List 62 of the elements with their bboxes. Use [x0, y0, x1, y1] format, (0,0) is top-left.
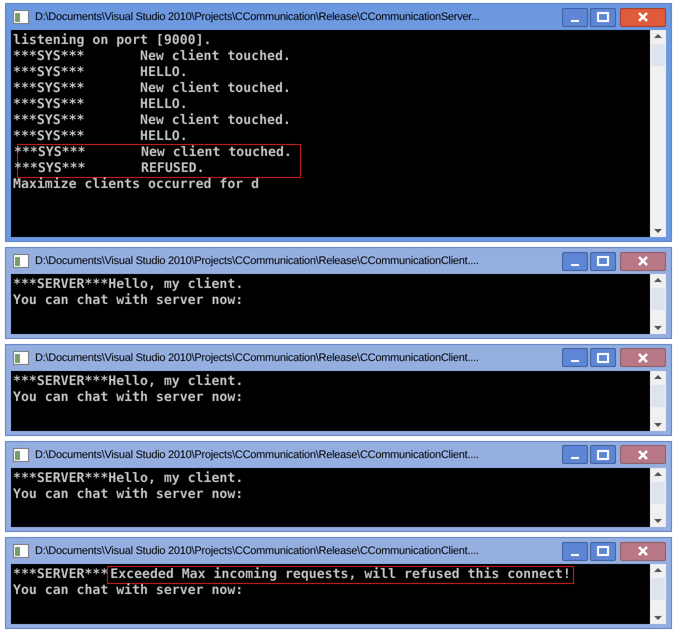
console-text: New client touched.	[140, 49, 291, 65]
maximize-button[interactable]	[590, 8, 616, 26]
maximize-icon	[597, 12, 609, 22]
console-text: REFUSED.	[141, 161, 205, 177]
scrollbar-thumb[interactable]	[651, 482, 665, 504]
console-text: Hello, my client.	[108, 374, 244, 390]
console-text: New client touched.	[140, 81, 291, 97]
close-icon	[637, 255, 649, 268]
console-text: HELLO.	[140, 97, 188, 113]
minimize-icon	[571, 20, 579, 22]
console-text: listening on port [9000].	[13, 33, 212, 49]
console-app-icon	[13, 10, 29, 24]
console-text: Hello, my client.	[108, 277, 244, 293]
close-button[interactable]	[620, 8, 666, 26]
scrollbar-thumb[interactable]	[651, 288, 665, 310]
console-text: New client touched.	[141, 145, 292, 161]
console-text: Hello, my client.	[108, 470, 244, 487]
console-app-icon	[13, 350, 29, 365]
window-title: D:\Documents\Visual Studio 2010\Projects\CCommunication\Release\CCommunicationServer...	[35, 11, 481, 23]
close-icon	[637, 352, 649, 364]
console-app-icon	[13, 448, 29, 462]
minimize-icon	[571, 554, 579, 556]
console-text: You can chat with server now:	[13, 390, 244, 406]
console-tag: ***SYS***	[13, 49, 98, 65]
console-text: HELLO.	[140, 129, 188, 145]
maximize-icon	[597, 546, 609, 556]
close-icon	[637, 545, 649, 558]
console-text: Exceeded Max incoming requests, will refused this connect!	[108, 567, 573, 584]
console-tag: ***SYS***	[13, 81, 98, 97]
close-icon	[637, 11, 649, 23]
console-tag: ***SERVER***	[13, 277, 108, 294]
window-title: D:\Documents\Visual Studio 2010\Projects\CCommunication\Release\CCommunicationClient....	[35, 448, 480, 461]
console-tag: ***SYS***	[13, 129, 98, 145]
console-text: HELLO.	[140, 65, 188, 81]
console-app-icon	[13, 544, 29, 558]
scrollbar-thumb[interactable]	[651, 384, 665, 407]
console-tag: ***SERVER***	[13, 374, 108, 390]
minimize-icon	[571, 457, 579, 460]
console-text: Maximize clients occurred for d	[13, 177, 260, 193]
scrollbar[interactable]	[650, 30, 666, 238]
console-tag: ***SYS***	[13, 65, 98, 81]
scrollbar-thumb[interactable]	[651, 44, 665, 66]
window-title: D:\Documents\Visual Studio 2010\Projects\CCommunication\Release\CCommunicationClient....	[35, 545, 480, 558]
console-text: You can chat with server now:	[13, 583, 244, 600]
console-text: New client touched.	[140, 113, 291, 129]
minimize-icon	[571, 360, 579, 362]
console-text: You can chat with server now:	[13, 486, 244, 503]
window-title: D:\Documents\Visual Studio 2010\Projects\CCommunication\Release\CCommunicationClient....	[35, 352, 480, 364]
console-tag: ***SYS***	[13, 113, 98, 129]
console-text: You can chat with server now:	[13, 293, 244, 310]
console-tag: ***SERVER***	[13, 567, 108, 584]
window-title: D:\Documents\Visual Studio 2010\Projects\CCommunication\Release\CCommunicationClient....	[35, 255, 480, 268]
minimize-button[interactable]	[562, 8, 588, 26]
console-tag: ***SERVER***	[13, 470, 108, 487]
console-tag: ***SYS***	[13, 97, 98, 113]
maximize-icon	[597, 352, 609, 363]
minimize-icon	[571, 264, 579, 266]
close-icon	[637, 448, 649, 461]
maximize-icon	[597, 450, 609, 460]
scrollbar-thumb[interactable]	[651, 578, 665, 600]
maximize-icon	[597, 256, 609, 266]
console-app-icon	[13, 254, 29, 268]
